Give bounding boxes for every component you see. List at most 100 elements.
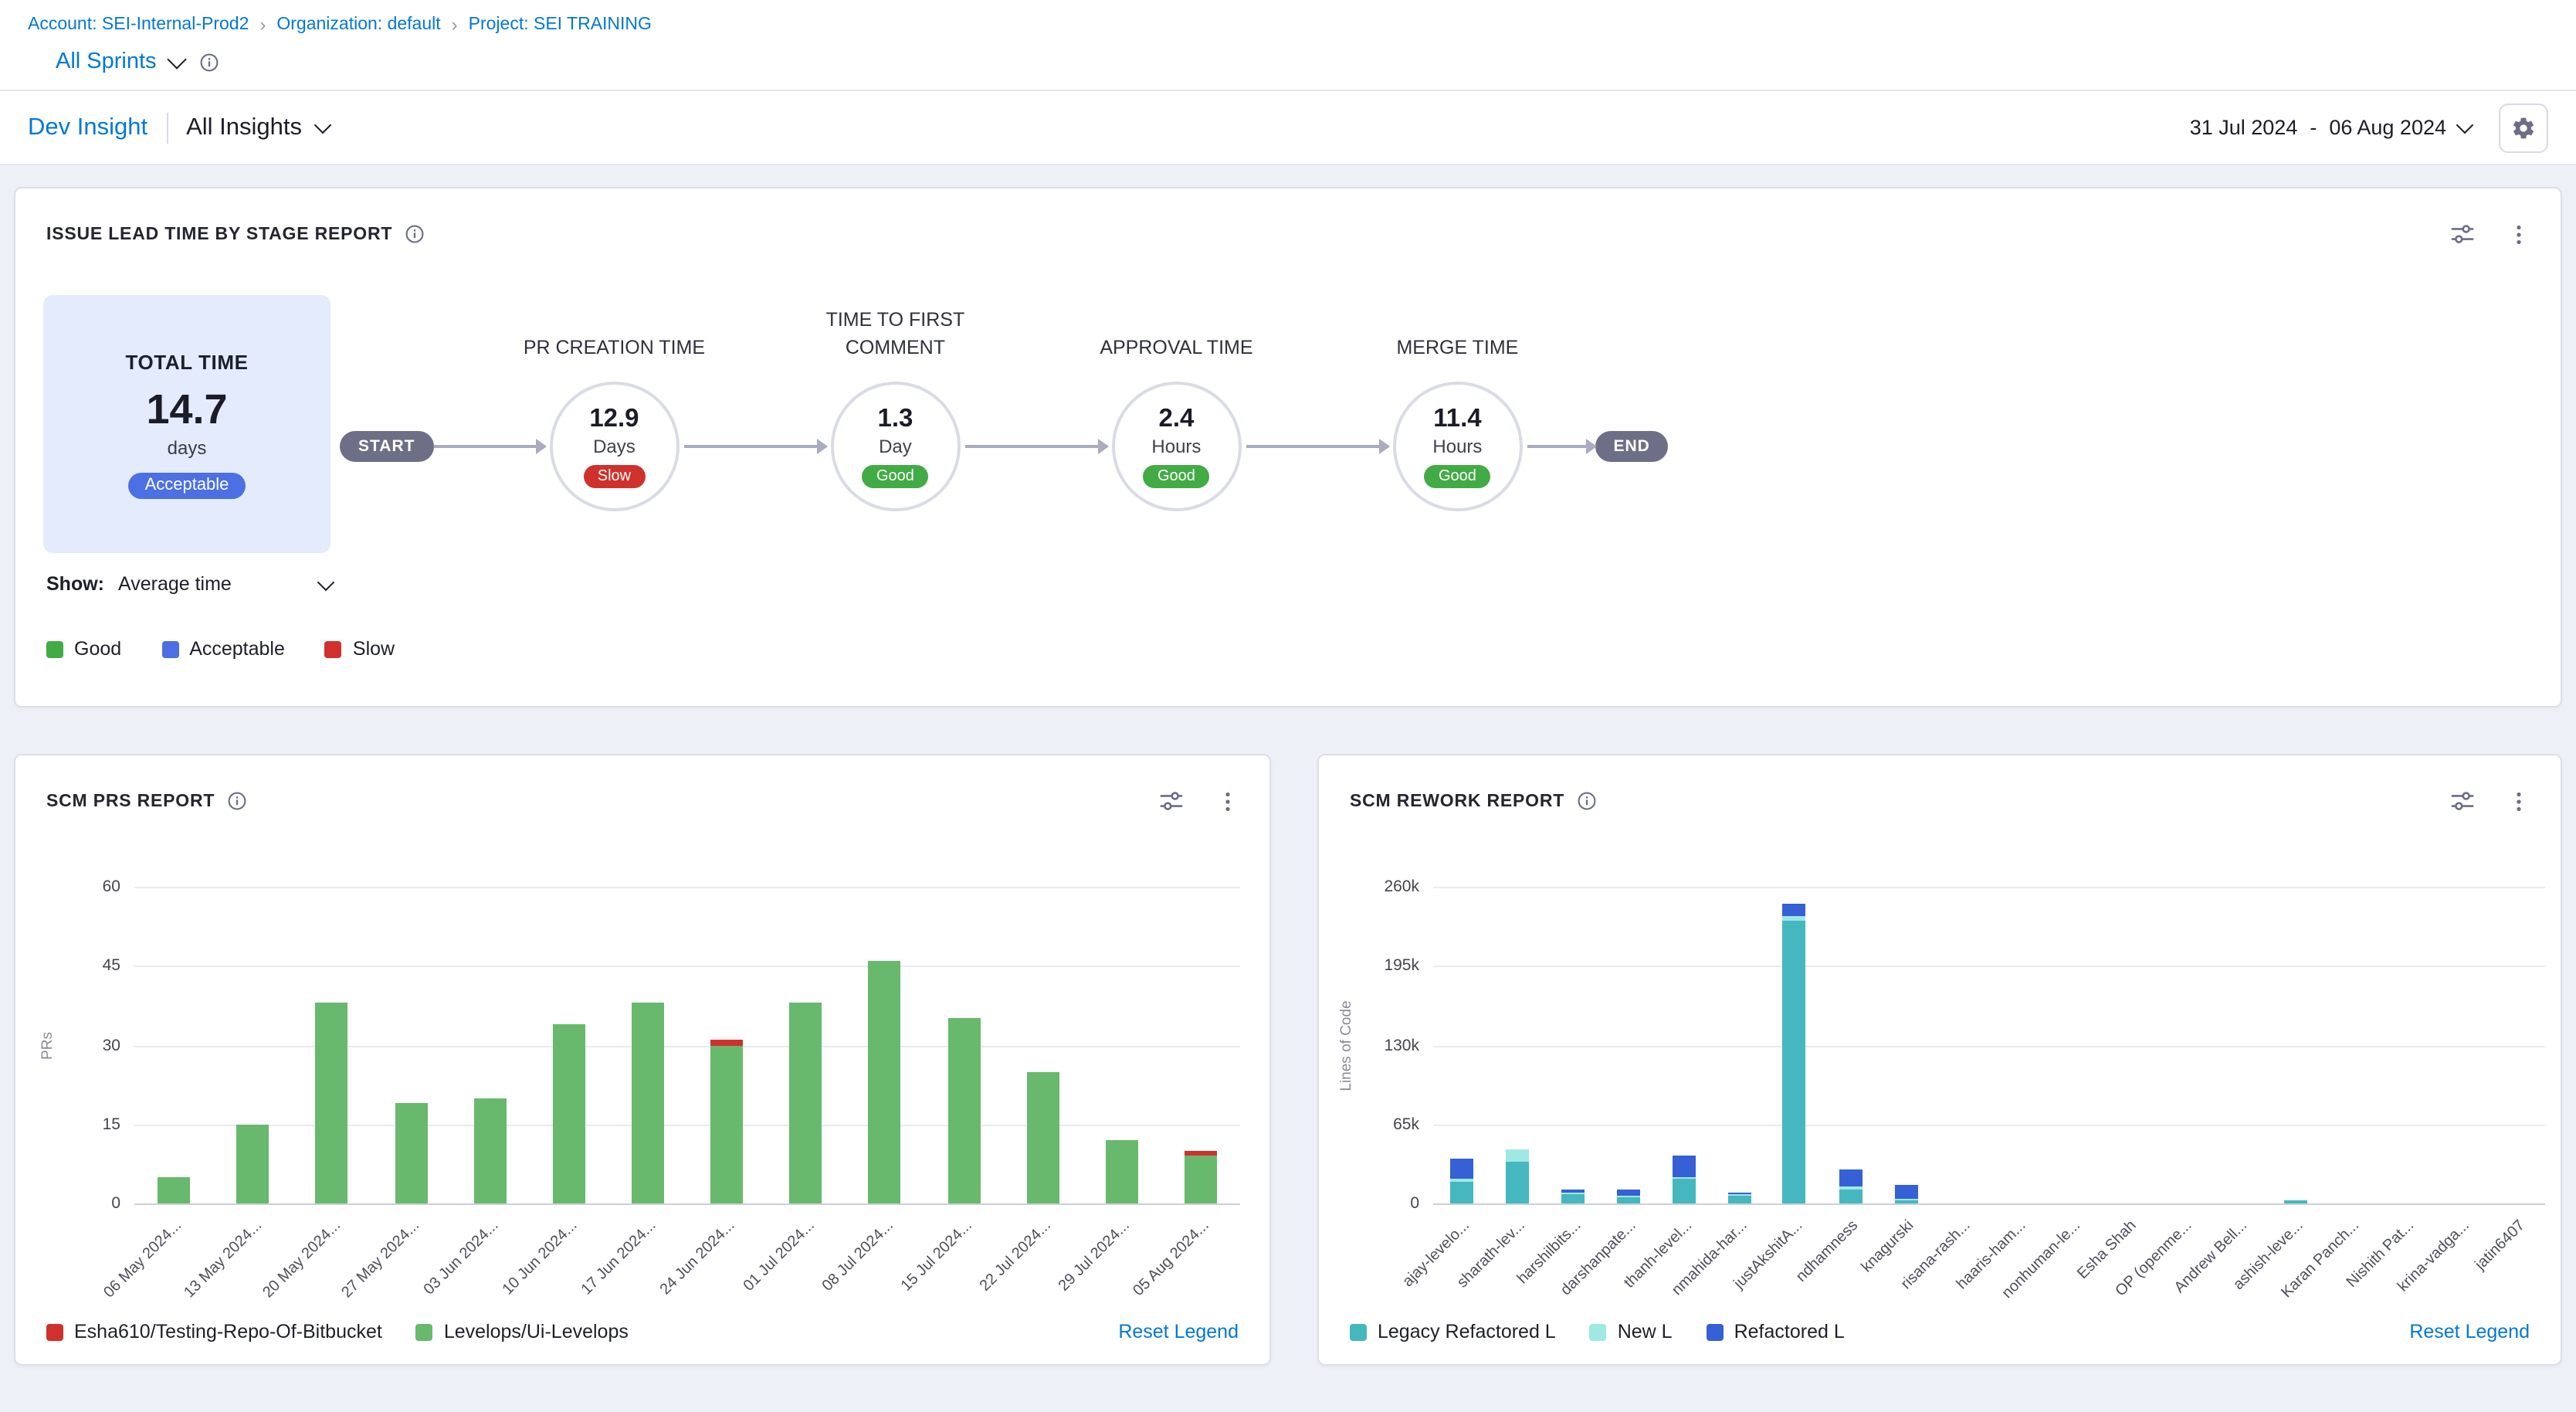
panel-actions bbox=[2451, 222, 2530, 246]
legend-item[interactable]: Levelops/Ui-Levelops bbox=[416, 1321, 629, 1342]
breadcrumb-link[interactable]: Project: SEI TRAINING bbox=[469, 15, 652, 34]
stage-pr-creation-time: PR CREATION TIME12.9DaysSlow bbox=[544, 382, 683, 511]
panel-header: SCM REWORK REPORT bbox=[1319, 755, 2561, 813]
reset-legend-link[interactable]: Reset Legend bbox=[2409, 1321, 2530, 1342]
legend-label: New L bbox=[1618, 1321, 1673, 1342]
legend-item[interactable]: Legacy Refactored L bbox=[1350, 1321, 1556, 1342]
chart-settings-icon[interactable] bbox=[2451, 789, 2474, 813]
y-axis-title: PRs bbox=[39, 1031, 56, 1059]
info-icon[interactable] bbox=[405, 224, 425, 244]
stage-value: 1.3 bbox=[878, 405, 913, 434]
legend-swatch bbox=[1707, 1323, 1724, 1340]
settings-button[interactable] bbox=[2499, 103, 2548, 152]
bar bbox=[1449, 1159, 1473, 1203]
bar-segment bbox=[710, 1045, 743, 1203]
y-tick-label: 65k bbox=[1393, 1115, 1419, 1134]
gridline bbox=[1433, 1203, 2545, 1205]
legend-swatch bbox=[46, 1323, 63, 1340]
bar-segment bbox=[1561, 1195, 1584, 1203]
stage-flow: STARTPR CREATION TIME12.9DaysSlowTIME TO… bbox=[340, 382, 1669, 511]
bar-segment bbox=[1839, 1169, 1862, 1186]
x-tick-label: jatin6407 bbox=[2473, 1217, 2530, 1274]
stage-circle[interactable]: 2.4HoursGood bbox=[1111, 382, 1241, 511]
stage-unit: Days bbox=[593, 436, 636, 457]
show-value: Average time bbox=[118, 573, 232, 595]
chevron-down-icon bbox=[2456, 117, 2474, 134]
bar-segment bbox=[1894, 1185, 1917, 1198]
legend-item[interactable]: New L bbox=[1590, 1321, 1673, 1342]
bar-segment bbox=[158, 1177, 190, 1203]
date-range-separator: - bbox=[2297, 116, 2329, 139]
bar-segment bbox=[1783, 904, 1806, 916]
legend-item[interactable]: Esha610/Testing-Repo-Of-Bitbucket bbox=[46, 1321, 382, 1342]
y-tick-label: 195k bbox=[1384, 957, 1419, 976]
bar-segment bbox=[1672, 1179, 1695, 1203]
page-header-left: Dev Insight All Insights bbox=[28, 112, 328, 143]
chart-settings-icon[interactable] bbox=[1160, 789, 1183, 813]
legend-item[interactable]: Refactored L bbox=[1707, 1321, 1845, 1342]
stage-circle[interactable]: 1.3DayGood bbox=[830, 382, 960, 511]
flow-arrow-icon bbox=[683, 445, 825, 448]
bar bbox=[316, 1003, 348, 1203]
stage-status-badge: Slow bbox=[584, 465, 645, 488]
info-icon[interactable] bbox=[200, 52, 220, 72]
x-tick-label: 27 May 2024... bbox=[338, 1217, 422, 1302]
bar bbox=[1505, 1149, 1528, 1203]
stage-circle[interactable]: 11.4HoursGood bbox=[1392, 382, 1522, 511]
x-tick-label: knagurski bbox=[1859, 1217, 1917, 1276]
y-tick-label: 45 bbox=[103, 957, 120, 976]
stage-value: 12.9 bbox=[589, 405, 639, 434]
legend-item: Slow bbox=[325, 638, 395, 660]
bar bbox=[473, 1098, 506, 1203]
breadcrumb-link[interactable]: Organization: default bbox=[276, 15, 440, 34]
breadcrumb-link[interactable]: Account: SEI-Internal-Prod2 bbox=[28, 15, 249, 34]
info-icon[interactable] bbox=[227, 791, 247, 811]
bar-segment bbox=[2283, 1201, 2307, 1203]
gridline bbox=[134, 1125, 1240, 1126]
kebab-menu-icon[interactable] bbox=[2508, 790, 2530, 812]
bar bbox=[1783, 904, 1806, 1203]
divider bbox=[166, 112, 168, 143]
legend-swatch bbox=[1590, 1323, 1607, 1340]
stage-circle[interactable]: 12.9Days Slow bbox=[549, 382, 679, 511]
insight-selector[interactable]: All Insights bbox=[186, 114, 328, 141]
lead-time-legend: GoodAcceptableSlow bbox=[46, 638, 395, 660]
show-selector[interactable]: Show: Average time bbox=[46, 573, 332, 595]
legend-label: Legacy Refactored L bbox=[1378, 1321, 1556, 1342]
reset-legend-link[interactable]: Reset Legend bbox=[1118, 1321, 1239, 1342]
lead-time-panel: ISSUE LEAD TIME BY STAGE REPORT TOTAL TI… bbox=[14, 187, 2562, 708]
info-icon[interactable] bbox=[1577, 791, 1597, 811]
legend-item: Acceptable bbox=[161, 638, 285, 660]
gear-icon bbox=[2511, 115, 2536, 140]
stage-status-badge: Good bbox=[1144, 465, 1209, 488]
total-time-value: 14.7 bbox=[146, 385, 227, 433]
panel-title: SCM REWORK REPORT bbox=[1350, 792, 1564, 810]
page-title[interactable]: Dev Insight bbox=[28, 114, 147, 141]
y-tick-label: 60 bbox=[103, 877, 120, 896]
stage-merge-time: MERGE TIME11.4HoursGood bbox=[1388, 382, 1527, 511]
x-tick-label: 01 Jul 2024... bbox=[741, 1217, 818, 1295]
chart-settings-icon[interactable] bbox=[2451, 222, 2474, 246]
bar-segment bbox=[1616, 1197, 1639, 1203]
kebab-menu-icon[interactable] bbox=[1217, 790, 1239, 812]
panel-header: SCM PRS REPORT bbox=[15, 755, 1269, 813]
scm-prs-chart: 015304560PRs06 May 2024...13 May 2024...… bbox=[134, 887, 1240, 1203]
sprint-selector[interactable]: All Sprints bbox=[56, 49, 185, 74]
bar-segment bbox=[1505, 1150, 1528, 1163]
stage-name: TIME TO FIRST COMMENT bbox=[781, 307, 1009, 361]
x-tick-label: 22 Jul 2024... bbox=[977, 1217, 1054, 1295]
date-range-picker[interactable]: 31 Jul 2024 - 06 Aug 2024 bbox=[2190, 116, 2471, 139]
chart-legend: Legacy Refactored L New L Refactored L Res… bbox=[1350, 1321, 2530, 1342]
bar-segment bbox=[789, 1003, 822, 1203]
x-tick-label: 15 Jul 2024... bbox=[898, 1217, 975, 1295]
breadcrumb: Account: SEI-Internal-Prod2›Organization… bbox=[28, 14, 2548, 36]
kebab-menu-icon[interactable] bbox=[2508, 223, 2530, 245]
start-pill: START bbox=[340, 431, 433, 462]
x-tick-label: 13 May 2024... bbox=[181, 1217, 265, 1302]
bar-segment bbox=[1839, 1189, 1862, 1203]
total-time-unit: days bbox=[168, 436, 207, 458]
bar-segment bbox=[632, 1003, 664, 1203]
gridline bbox=[134, 887, 1240, 888]
legend-label: Esha610/Testing-Repo-Of-Bitbucket bbox=[74, 1321, 382, 1342]
stage-name: PR CREATION TIME bbox=[500, 334, 728, 361]
